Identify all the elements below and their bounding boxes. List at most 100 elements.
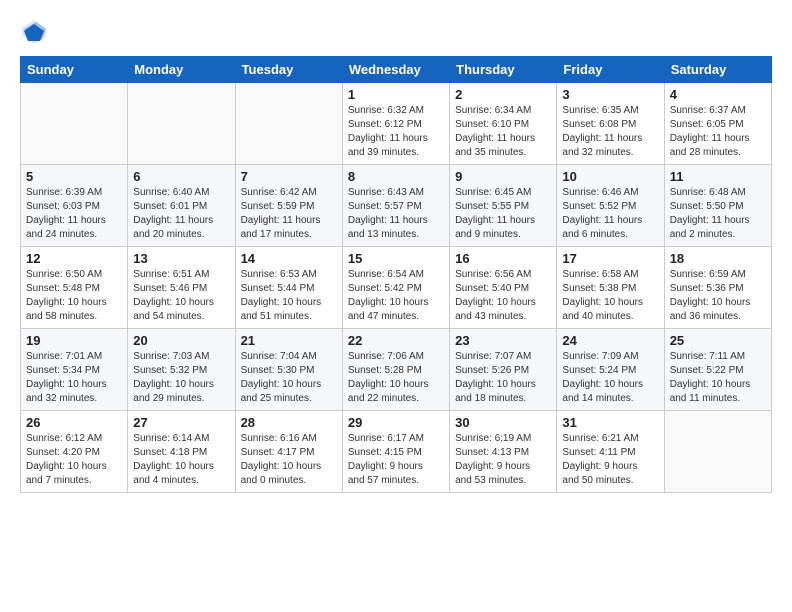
day-number: 20	[133, 333, 229, 348]
day-info: Sunrise: 6:42 AM Sunset: 5:59 PM Dayligh…	[241, 186, 337, 242]
calendar-cell	[21, 83, 128, 165]
day-info: Sunrise: 7:06 AM Sunset: 5:28 PM Dayligh…	[348, 350, 444, 406]
day-info: Sunrise: 6:14 AM Sunset: 4:18 PM Dayligh…	[133, 432, 229, 488]
day-info: Sunrise: 7:07 AM Sunset: 5:26 PM Dayligh…	[455, 350, 551, 406]
calendar-cell	[235, 83, 342, 165]
calendar-cell: 27 Sunrise: 6:14 AM Sunset: 4:18 PM Dayli…	[128, 411, 235, 493]
day-info: Sunrise: 6:46 AM Sunset: 5:52 PM Dayligh…	[562, 186, 658, 242]
day-info: Sunrise: 6:34 AM Sunset: 6:10 PM Dayligh…	[455, 104, 551, 160]
calendar-cell: 13 Sunrise: 6:51 AM Sunset: 5:46 PM Dayli…	[128, 247, 235, 329]
day-number: 15	[348, 251, 444, 266]
day-number: 2	[455, 87, 551, 102]
calendar-cell: 22 Sunrise: 7:06 AM Sunset: 5:28 PM Dayli…	[342, 329, 449, 411]
calendar-cell: 25 Sunrise: 7:11 AM Sunset: 5:22 PM Dayli…	[664, 329, 771, 411]
calendar-cell: 1 Sunrise: 6:32 AM Sunset: 6:12 PM Daylig…	[342, 83, 449, 165]
day-info: Sunrise: 7:04 AM Sunset: 5:30 PM Dayligh…	[241, 350, 337, 406]
day-number: 25	[670, 333, 766, 348]
day-info: Sunrise: 7:11 AM Sunset: 5:22 PM Dayligh…	[670, 350, 766, 406]
calendar-cell: 18 Sunrise: 6:59 AM Sunset: 5:36 PM Dayli…	[664, 247, 771, 329]
calendar-cell: 24Sunrise: 7:09 AM Sunset: 5:24 PM Dayli…	[557, 329, 664, 411]
calendar-cell: 5 Sunrise: 6:39 AM Sunset: 6:03 PM Daylig…	[21, 165, 128, 247]
weekday-header-thursday: Thursday	[450, 57, 557, 83]
day-number: 16	[455, 251, 551, 266]
day-info: Sunrise: 6:35 AM Sunset: 6:08 PM Dayligh…	[562, 104, 658, 160]
calendar-cell: 31 Sunrise: 6:21 AM Sunset: 4:11 PM Dayli…	[557, 411, 664, 493]
weekday-header-friday: Friday	[557, 57, 664, 83]
day-info: Sunrise: 6:43 AM Sunset: 5:57 PM Dayligh…	[348, 186, 444, 242]
calendar-cell: 12Sunrise: 6:50 AM Sunset: 5:48 PM Dayli…	[21, 247, 128, 329]
weekday-header-monday: Monday	[128, 57, 235, 83]
day-number: 18	[670, 251, 766, 266]
calendar-cell	[128, 83, 235, 165]
calendar-cell: 10 Sunrise: 6:46 AM Sunset: 5:52 PM Dayli…	[557, 165, 664, 247]
day-number: 6	[133, 169, 229, 184]
calendar-cell: 8 Sunrise: 6:43 AM Sunset: 5:57 PM Daylig…	[342, 165, 449, 247]
day-number: 11	[670, 169, 766, 184]
day-info: Sunrise: 6:51 AM Sunset: 5:46 PM Dayligh…	[133, 268, 229, 324]
day-number: 13	[133, 251, 229, 266]
day-info: Sunrise: 6:40 AM Sunset: 6:01 PM Dayligh…	[133, 186, 229, 242]
day-info: Sunrise: 6:17 AM Sunset: 4:15 PM Dayligh…	[348, 432, 444, 488]
day-number: 14	[241, 251, 337, 266]
day-info: Sunrise: 6:54 AM Sunset: 5:42 PM Dayligh…	[348, 268, 444, 324]
calendar-cell: 26Sunrise: 6:12 AM Sunset: 4:20 PM Dayli…	[21, 411, 128, 493]
calendar-cell: 14 Sunrise: 6:53 AM Sunset: 5:44 PM Dayli…	[235, 247, 342, 329]
calendar-cell	[664, 411, 771, 493]
day-info: Sunrise: 6:37 AM Sunset: 6:05 PM Dayligh…	[670, 104, 766, 160]
calendar-cell: 17Sunrise: 6:58 AM Sunset: 5:38 PM Dayli…	[557, 247, 664, 329]
day-number: 23	[455, 333, 551, 348]
calendar-cell: 28Sunrise: 6:16 AM Sunset: 4:17 PM Dayli…	[235, 411, 342, 493]
day-number: 19	[26, 333, 122, 348]
day-number: 21	[241, 333, 337, 348]
calendar-cell: 23 Sunrise: 7:07 AM Sunset: 5:26 PM Dayli…	[450, 329, 557, 411]
calendar-cell: 20Sunrise: 7:03 AM Sunset: 5:32 PM Dayli…	[128, 329, 235, 411]
day-number: 9	[455, 169, 551, 184]
day-number: 26	[26, 415, 122, 430]
calendar-cell: 7 Sunrise: 6:42 AM Sunset: 5:59 PM Daylig…	[235, 165, 342, 247]
weekday-header-sunday: Sunday	[21, 57, 128, 83]
day-number: 8	[348, 169, 444, 184]
logo	[20, 18, 52, 46]
day-number: 7	[241, 169, 337, 184]
week-row-5: 26Sunrise: 6:12 AM Sunset: 4:20 PM Dayli…	[21, 411, 772, 493]
day-info: Sunrise: 6:53 AM Sunset: 5:44 PM Dayligh…	[241, 268, 337, 324]
day-number: 5	[26, 169, 122, 184]
day-info: Sunrise: 6:19 AM Sunset: 4:13 PM Dayligh…	[455, 432, 551, 488]
logo-icon	[20, 18, 48, 46]
calendar-cell: 9 Sunrise: 6:45 AM Sunset: 5:55 PM Daylig…	[450, 165, 557, 247]
weekday-header-tuesday: Tuesday	[235, 57, 342, 83]
header	[20, 18, 772, 46]
day-number: 29	[348, 415, 444, 430]
day-number: 22	[348, 333, 444, 348]
calendar-cell: 3Sunrise: 6:35 AM Sunset: 6:08 PM Daylig…	[557, 83, 664, 165]
calendar-cell: 15 Sunrise: 6:54 AM Sunset: 5:42 PM Dayli…	[342, 247, 449, 329]
calendar-cell: 6 Sunrise: 6:40 AM Sunset: 6:01 PM Daylig…	[128, 165, 235, 247]
day-info: Sunrise: 6:59 AM Sunset: 5:36 PM Dayligh…	[670, 268, 766, 324]
calendar-table: SundayMondayTuesdayWednesdayThursdayFrid…	[20, 56, 772, 493]
day-info: Sunrise: 6:16 AM Sunset: 4:17 PM Dayligh…	[241, 432, 337, 488]
day-number: 31	[562, 415, 658, 430]
day-number: 27	[133, 415, 229, 430]
day-number: 1	[348, 87, 444, 102]
day-info: Sunrise: 6:32 AM Sunset: 6:12 PM Dayligh…	[348, 104, 444, 160]
week-row-2: 5 Sunrise: 6:39 AM Sunset: 6:03 PM Daylig…	[21, 165, 772, 247]
calendar-cell: 2 Sunrise: 6:34 AM Sunset: 6:10 PM Daylig…	[450, 83, 557, 165]
day-info: Sunrise: 6:58 AM Sunset: 5:38 PM Dayligh…	[562, 268, 658, 324]
calendar-cell: 19 Sunrise: 7:01 AM Sunset: 5:34 PM Dayli…	[21, 329, 128, 411]
day-number: 4	[670, 87, 766, 102]
day-info: Sunrise: 6:39 AM Sunset: 6:03 PM Dayligh…	[26, 186, 122, 242]
day-info: Sunrise: 7:01 AM Sunset: 5:34 PM Dayligh…	[26, 350, 122, 406]
calendar-cell: 11Sunrise: 6:48 AM Sunset: 5:50 PM Dayli…	[664, 165, 771, 247]
calendar-cell: 29 Sunrise: 6:17 AM Sunset: 4:15 PM Dayli…	[342, 411, 449, 493]
day-info: Sunrise: 6:21 AM Sunset: 4:11 PM Dayligh…	[562, 432, 658, 488]
calendar-cell: 4 Sunrise: 6:37 AM Sunset: 6:05 PM Daylig…	[664, 83, 771, 165]
day-number: 12	[26, 251, 122, 266]
calendar-cell: 21 Sunrise: 7:04 AM Sunset: 5:30 PM Dayli…	[235, 329, 342, 411]
weekday-header-saturday: Saturday	[664, 57, 771, 83]
day-info: Sunrise: 6:45 AM Sunset: 5:55 PM Dayligh…	[455, 186, 551, 242]
day-number: 30	[455, 415, 551, 430]
week-row-4: 19 Sunrise: 7:01 AM Sunset: 5:34 PM Dayli…	[21, 329, 772, 411]
day-number: 10	[562, 169, 658, 184]
calendar-cell: 16Sunrise: 6:56 AM Sunset: 5:40 PM Dayli…	[450, 247, 557, 329]
day-number: 24	[562, 333, 658, 348]
